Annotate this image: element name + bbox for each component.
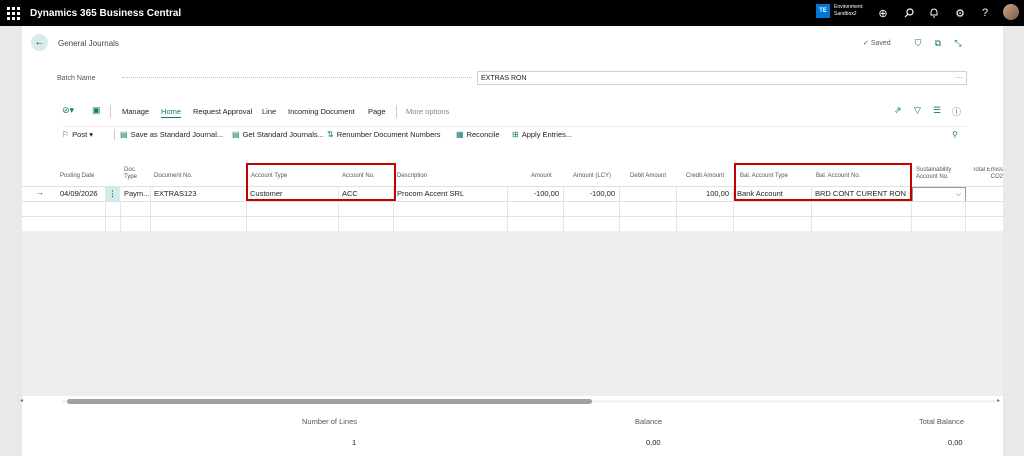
app-title[interactable]: Dynamics 365 Business Central	[30, 8, 181, 19]
tab-request-approval[interactable]: Request Approval	[193, 107, 252, 116]
number-of-lines-value: 1	[352, 438, 357, 447]
environment-badge: TE	[816, 4, 830, 18]
user-avatar[interactable]	[1003, 4, 1019, 20]
balance-value: 0,00	[646, 438, 661, 447]
scroll-right-icon[interactable]: ▸	[997, 397, 1000, 404]
col-posting-date[interactable]: Posting Date	[60, 173, 94, 180]
batch-name-leader	[122, 77, 472, 78]
tab-home[interactable]: Home	[161, 107, 182, 118]
open-new-window-icon[interactable]: ⧉	[932, 37, 944, 49]
cell-credit-amount[interactable]: 100,00	[677, 187, 734, 202]
back-arrow-icon[interactable]: ←	[31, 34, 48, 51]
col-sustainability-account-no[interactable]: Sustainability Account No.	[916, 167, 964, 181]
total-balance-value: 0,00	[948, 438, 963, 447]
scrollbar-thumb[interactable]	[67, 399, 592, 404]
saved-status: ✓ Saved	[863, 40, 891, 47]
personalize-icon[interactable]: ⚲	[952, 130, 961, 139]
apply-entries-icon: ⊞	[512, 130, 519, 139]
cell-description[interactable]: Procom Accent SRL	[394, 187, 508, 202]
apply-entries-button[interactable]: ⊞ Apply Entries...	[512, 130, 572, 139]
tab-manage[interactable]: Manage	[122, 107, 149, 116]
filter-icon[interactable]: ▽	[914, 105, 921, 116]
reconcile-icon: ▦	[456, 130, 464, 139]
empty-grid-area	[22, 231, 1003, 396]
save-standard-journal-button[interactable]: ▤ Save as Standard Journal...	[120, 130, 223, 139]
col-amount-lcy[interactable]: Amount (LCY)	[573, 173, 611, 180]
highlight-account-columns	[246, 163, 396, 201]
notification-bell-icon[interactable]	[926, 5, 942, 21]
cell-debit-amount[interactable]	[620, 187, 677, 202]
save-journal-icon: ▤	[120, 130, 128, 139]
cell-document-type[interactable]: Paym...	[121, 187, 151, 202]
col-credit-amount[interactable]: Credit Amount	[686, 173, 724, 180]
journal-page: ← General Journals ✓ Saved ⛉ ⧉ ⤡ Batch N…	[20, 26, 1003, 456]
share-icon[interactable]: ⇗	[894, 105, 902, 116]
reconcile-button[interactable]: ▦ Reconcile	[456, 130, 500, 139]
help-icon[interactable]: ?	[977, 5, 993, 21]
horizontal-scrollbar[interactable]: ◂ ▸	[20, 397, 1003, 406]
environment-label: Environment:	[834, 4, 864, 10]
post-button[interactable]: ⚐ Post ▾	[62, 130, 93, 139]
row-actions-button[interactable]: ⋮	[106, 187, 120, 202]
col-description[interactable]: Description	[397, 173, 427, 180]
top-bar: Dynamics 365 Business Central TE Environ…	[0, 0, 1024, 26]
table-row[interactable]	[22, 216, 1003, 232]
cell-document-no[interactable]: EXTRAS123	[151, 187, 247, 202]
cell-amount[interactable]: -100,00	[508, 187, 564, 202]
copilot-icon[interactable]: ⊕	[875, 5, 891, 21]
more-options-button[interactable]: More options	[406, 107, 449, 116]
row-selector-arrow-icon: →	[36, 188, 44, 197]
tab-page[interactable]: Page	[368, 107, 386, 116]
app-launcher-icon[interactable]	[0, 0, 26, 26]
number-of-lines-label: Number of Lines	[302, 417, 358, 426]
col-total-emission[interactable]: Total Emiss CO2	[972, 167, 1003, 181]
batch-name-lookup-button[interactable]: ···	[955, 73, 963, 82]
renumber-icon: ⇅	[327, 130, 334, 139]
get-journals-icon: ▤	[232, 130, 240, 139]
environment-switcher[interactable]: TE Environment: Sandbox2	[816, 4, 863, 18]
tablet-view-icon[interactable]: ▣	[92, 105, 101, 116]
settings-gear-icon[interactable]: ⚙	[952, 5, 968, 21]
chevron-down-icon: ⌵	[955, 191, 961, 198]
page-title: General Journals	[58, 39, 119, 48]
table-row[interactable]	[22, 201, 1003, 217]
sustainability-account-dropdown[interactable]: ⌵	[912, 187, 966, 202]
cell-posting-date[interactable]: 04/09/2026	[57, 187, 106, 202]
highlight-bal-account-columns	[734, 163, 912, 201]
ribbon: ⚐ Post ▾ ▤ Save as Standard Journal... ▤ Ge…	[62, 126, 967, 141]
action-bar: ⊘▾ ▣ Manage Home Request Approval Line I…	[62, 105, 967, 119]
bookmark-icon[interactable]: ⛉	[912, 37, 924, 49]
edit-list-icon[interactable]: ⊘▾	[62, 105, 74, 116]
total-balance-label: Total Balance	[919, 417, 965, 426]
col-debit-amount[interactable]: Debit Amount	[630, 173, 666, 180]
cell-amount-lcy[interactable]: -100,00	[564, 187, 620, 202]
renumber-document-numbers-button[interactable]: ⇅ Renumber Document Numbers	[327, 130, 441, 139]
batch-name-input[interactable]	[477, 71, 967, 85]
post-icon: ⚐	[62, 130, 70, 139]
collapse-icon[interactable]: ⤡	[952, 37, 964, 49]
col-document-no[interactable]: Document No.	[154, 173, 192, 180]
get-standard-journals-button[interactable]: ▤ Get Standard Journals...	[232, 130, 324, 139]
list-view-icon[interactable]: ☰	[933, 105, 941, 116]
info-icon[interactable]: ⓘ	[952, 105, 961, 118]
scroll-left-icon[interactable]: ◂	[20, 397, 23, 404]
environment-name: Sandbox2	[834, 11, 857, 17]
search-icon[interactable]	[901, 5, 917, 21]
batch-name-label: Batch Name	[57, 75, 96, 82]
balance-label: Balance	[635, 417, 663, 426]
col-amount[interactable]: Amount	[531, 173, 552, 180]
col-document-type[interactable]: Doc. Type	[124, 167, 148, 181]
tab-line[interactable]: Line	[262, 107, 276, 116]
tab-incoming-document[interactable]: Incoming Document	[288, 107, 355, 116]
